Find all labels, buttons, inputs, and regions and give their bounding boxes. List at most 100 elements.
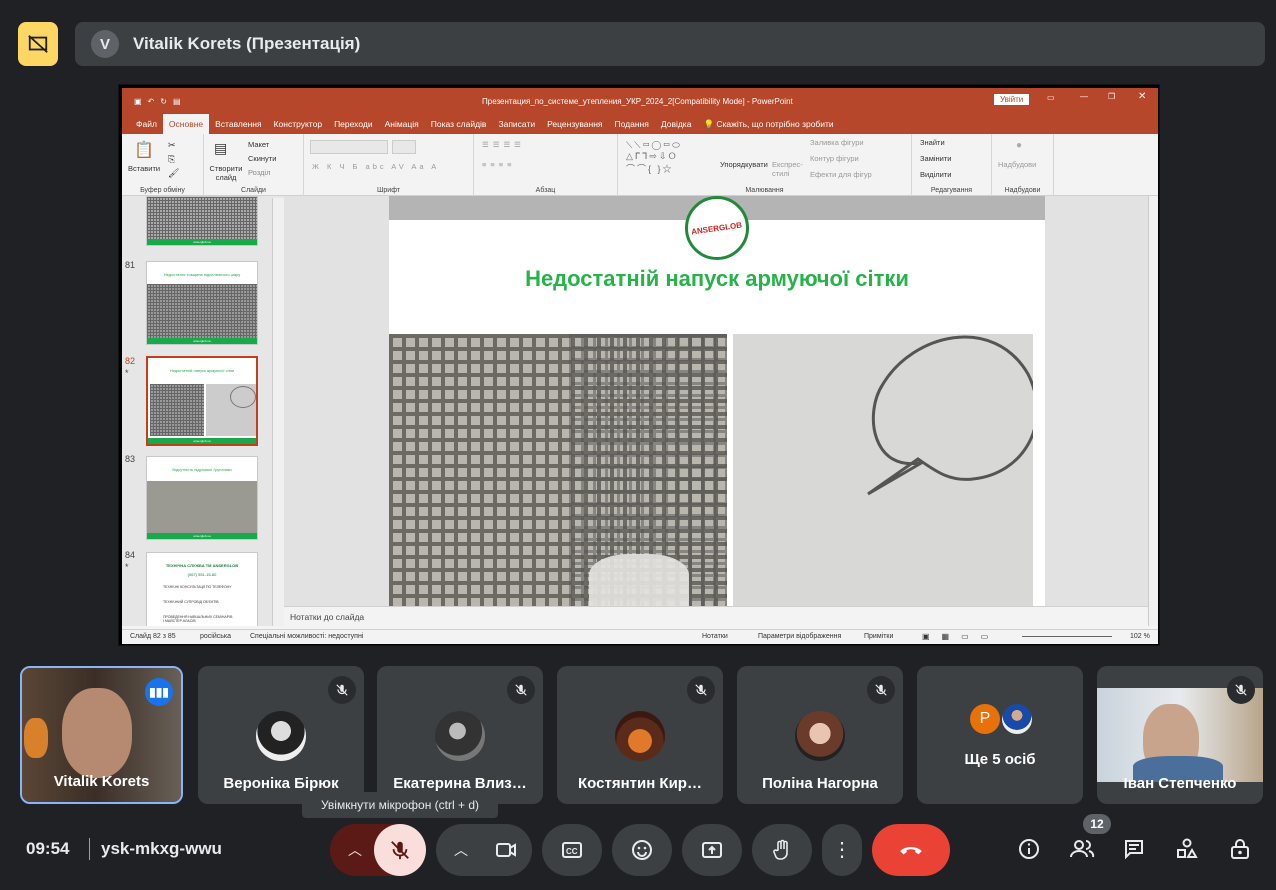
- avatar: [615, 711, 665, 761]
- section-button[interactable]: Розділ: [248, 168, 270, 177]
- replace-button[interactable]: Замінити: [920, 154, 951, 163]
- raise-hand-button[interactable]: [752, 824, 812, 876]
- view-buttons[interactable]: ▣▦▭▭: [922, 632, 1000, 641]
- paste-button[interactable]: Вставити: [128, 164, 160, 173]
- more-vert-icon: ⋮: [832, 839, 852, 861]
- font-size-select[interactable]: [392, 140, 416, 154]
- slide-thumbnails-pane[interactable]: anserglob.ua 81 Недостатня товщина підси…: [122, 196, 284, 626]
- mic-tooltip: Увімкнути мікрофон (ctrl + d): [302, 792, 498, 818]
- ribbon-options-icon[interactable]: ▭: [1047, 93, 1055, 102]
- participant-tile[interactable]: Поліна Нагорна: [737, 666, 903, 804]
- font-format-buttons[interactable]: Ж К Ч Б abc AV Aa A: [312, 162, 439, 171]
- current-slide[interactable]: ANSERGLOB Недостатній напуск армуючої сі…: [389, 196, 1045, 606]
- status-accessibility[interactable]: Спеціальні можливості: недоступні: [250, 633, 363, 640]
- status-notes-button[interactable]: Нотатки: [702, 633, 728, 640]
- activities-button[interactable]: [1167, 829, 1207, 869]
- status-display-settings[interactable]: Параметри відображення: [758, 633, 841, 640]
- tab-slideshow[interactable]: Показ слайдів: [425, 114, 493, 134]
- select-button[interactable]: Виділити: [920, 170, 951, 179]
- participant-tile[interactable]: Екатерина Влиз…: [377, 666, 543, 804]
- quick-styles-button[interactable]: Експрес-стилі: [772, 160, 806, 178]
- chat-button[interactable]: [1114, 829, 1154, 869]
- tab-view[interactable]: Подання: [609, 114, 655, 134]
- new-slide-button[interactable]: Створити слайд: [206, 164, 246, 182]
- slide-thumbnail-80[interactable]: anserglob.ua: [146, 196, 258, 246]
- tell-me-box[interactable]: 💡 Скажіть, що потрібно зробити: [697, 114, 839, 134]
- slide-thumbnail-83[interactable]: Відсутність підрізаної ґрунтовки ansergl…: [146, 456, 258, 540]
- present-stop-button[interactable]: [18, 22, 58, 66]
- meeting-info-button[interactable]: [1009, 829, 1049, 869]
- participant-tile-self[interactable]: ▮▮▮ Vitalik Korets: [20, 666, 183, 804]
- list-icons[interactable]: ☰☰☰☰: [482, 140, 525, 149]
- copy-icon[interactable]: ⎘: [168, 154, 175, 165]
- zoom-level[interactable]: 102 %: [1130, 633, 1150, 640]
- tab-review[interactable]: Рецензування: [541, 114, 608, 134]
- more-options-button[interactable]: ⋮: [822, 824, 862, 876]
- editing-group: Знайти Замінити Виділити Редагування: [912, 134, 992, 196]
- slide-thumbnail-81[interactable]: Недостатня товщина підсилюючого шару ans…: [146, 261, 258, 345]
- participant-tile[interactable]: Вероніка Бірюк: [198, 666, 364, 804]
- participant-tile[interactable]: Костянтин Кир…: [557, 666, 723, 804]
- paragraph-label: Абзац: [535, 187, 556, 194]
- zoom-slider[interactable]: [1022, 636, 1112, 637]
- people-icon: [1070, 840, 1095, 858]
- tab-transitions[interactable]: Переходи: [328, 114, 379, 134]
- addins-button[interactable]: Надбудови: [998, 160, 1036, 169]
- captions-button[interactable]: CC: [542, 824, 602, 876]
- slide-thumbnail-82-selected[interactable]: Недостатній напуск армуючої сітки anserg…: [146, 356, 258, 446]
- signin-button[interactable]: Увійти: [994, 94, 1030, 105]
- tab-help[interactable]: Довідка: [655, 114, 698, 134]
- mic-toggle-button[interactable]: [374, 824, 426, 876]
- find-button[interactable]: Знайти: [920, 138, 945, 147]
- tab-animations[interactable]: Анімація: [379, 114, 425, 134]
- clipboard-group: 📋 Вставити ✂ ⎘ 🖌 Буфер обміну: [122, 134, 204, 196]
- status-comments-button[interactable]: Примітки: [864, 633, 893, 640]
- presenter-bar: V Vitalik Korets (Презентація): [75, 22, 1265, 66]
- slide-thumbnail-84[interactable]: ТЕХНІЧНА СЛУЖБА ТМ ANSERGLOB (067) 551-1…: [146, 552, 258, 626]
- status-language[interactable]: російська: [200, 633, 231, 640]
- format-painter-icon[interactable]: 🖌: [168, 168, 179, 179]
- notes-pane[interactable]: Нотатки до слайда: [284, 606, 1148, 626]
- ppt-title-bar: ▣↶↻▤ Презентация_по_системе_утепления_УК…: [122, 88, 1158, 114]
- shape-effects-button[interactable]: Ефекти для фігур: [810, 170, 872, 179]
- present-button[interactable]: [682, 824, 742, 876]
- reset-button[interactable]: Скинути: [248, 154, 276, 163]
- activities-icon: [1177, 838, 1198, 858]
- thumb-star: *: [125, 562, 129, 572]
- thumb-footer: anserglob.ua: [147, 533, 257, 539]
- maximize-icon[interactable]: ❐: [1108, 92, 1115, 101]
- people-button[interactable]: [1062, 829, 1102, 869]
- slide-editor: ANSERGLOB Недостатній напуск армуючої сі…: [284, 196, 1148, 606]
- paste-icon[interactable]: 📋: [134, 140, 154, 160]
- camera-toggle-button[interactable]: [480, 824, 532, 876]
- lightbulb-icon: 💡: [703, 119, 717, 129]
- align-icons[interactable]: ≡≡≡≡: [482, 160, 516, 169]
- layout-button[interactable]: Макет: [248, 140, 269, 149]
- arrange-button[interactable]: Упорядкувати: [720, 160, 768, 169]
- host-controls-button[interactable]: [1220, 829, 1260, 869]
- shape-fill-button[interactable]: Заливка фігури: [810, 138, 864, 147]
- tab-file[interactable]: Файл: [130, 114, 163, 134]
- tab-design[interactable]: Конструктор: [268, 114, 328, 134]
- thumb-title: Недостатня товщина підсилюючого шару: [163, 272, 241, 277]
- cut-icon[interactable]: ✂: [168, 140, 176, 151]
- thumbs-scrollbar[interactable]: [272, 198, 284, 626]
- tab-home[interactable]: Основне: [162, 114, 210, 134]
- participant-tile-more[interactable]: P Ще 5 осіб: [917, 666, 1083, 804]
- new-slide-icon[interactable]: ▤: [214, 140, 227, 157]
- font-name-select[interactable]: [310, 140, 388, 154]
- addins-icon[interactable]: ●: [1016, 140, 1022, 151]
- addins-label: Надбудови: [1004, 187, 1041, 194]
- reactions-button[interactable]: [612, 824, 672, 876]
- leave-call-button[interactable]: [872, 824, 950, 876]
- shape-outline-button[interactable]: Контур фігури: [810, 154, 859, 163]
- participant-tile[interactable]: Іван Степченко: [1097, 666, 1263, 804]
- tab-insert[interactable]: Вставлення: [209, 114, 267, 134]
- shapes-gallery[interactable]: ⟍⟍▭◯▭⬭ △ᒥᒣ⇨⇩⭘ ⌒⌒{ }☆: [626, 140, 682, 175]
- close-icon[interactable]: ✕: [1138, 91, 1146, 102]
- quick-access-icons[interactable]: ▣↶↻▤: [134, 97, 187, 106]
- slide-scrollbar[interactable]: [1148, 196, 1158, 626]
- minimize-icon[interactable]: —: [1080, 92, 1088, 101]
- chevron-up-icon: ︿: [454, 842, 468, 858]
- tab-record[interactable]: Записати: [492, 114, 541, 134]
